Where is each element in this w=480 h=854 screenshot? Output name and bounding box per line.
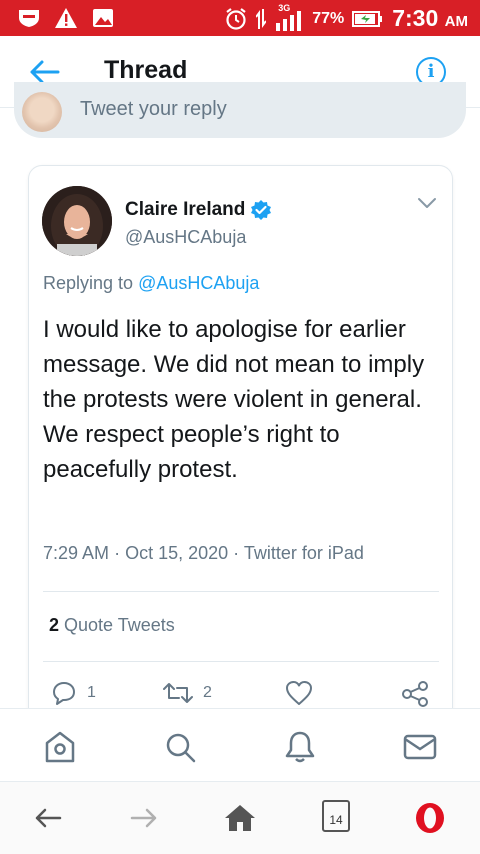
tab-count: 14 [329,813,343,827]
status-bar-left [18,7,114,29]
divider [43,591,439,592]
home-icon[interactable] [42,729,78,765]
meta-separator: · [233,543,244,563]
share-icon [402,681,428,707]
author-name[interactable]: Claire Ireland [125,199,245,221]
replying-mention-link[interactable]: @AusHCAbuja [138,273,259,293]
browser-home-icon[interactable] [222,800,258,836]
status-bar-right: 3G 77% 7:30 AM [224,3,468,32]
reply-icon [53,682,75,705]
tweet-date: Oct 15, 2020 [125,543,229,563]
heart-icon [286,681,312,705]
author-name-row[interactable]: Claire Ireland [125,199,272,221]
meta-separator: · [114,543,126,563]
tweet-card: Claire Ireland @AusHCAbuja Replying to @… [28,165,453,725]
like-button[interactable] [285,680,313,706]
reply-count: 1 [87,684,96,701]
browser-back-icon[interactable] [30,800,66,836]
gallery-icon [93,9,113,27]
clock-ampm: AM [444,13,468,30]
retweet-icon [163,683,193,703]
author-photo [42,186,112,256]
tweet-meta: 7:29 AM · Oct 15, 2020 · Twitter for iPa… [43,543,364,564]
warning-icon [55,8,77,28]
tweet-time: 7:29 AM [43,543,110,563]
replying-to: Replying to @AusHCAbuja [43,273,259,294]
share-button[interactable] [401,680,429,708]
author-avatar[interactable] [42,186,112,256]
data-transfer-icon [256,8,267,29]
reply-composer[interactable]: Tweet your reply [14,82,466,138]
status-bar: 3G 77% 7:30 AM [0,0,480,36]
replying-prefix: Replying to [43,273,134,293]
page-title: Thread [104,56,188,84]
author-handle[interactable]: @AusHCAbuja [125,227,246,248]
verified-badge-icon [251,200,272,220]
clock-time: 7:30 [392,5,439,31]
clock: 7:30 AM [392,5,468,32]
divider [43,661,439,662]
retweet-count: 2 [203,684,212,701]
tweet-source[interactable]: Twitter for iPad [244,543,364,563]
search-icon[interactable] [162,729,198,765]
alarm-icon [226,7,246,30]
reply-button[interactable]: 1 [51,680,96,706]
user-avatar [22,92,62,132]
quote-count: 2 [49,615,60,635]
tabs-button[interactable]: 14 [322,800,350,832]
quote-tweets-link[interactable]: 2 Quote Tweets [49,615,175,636]
browser-toolbar [0,782,480,854]
quote-label: Quote Tweets [64,615,175,635]
reply-placeholder: Tweet your reply [80,98,227,120]
bottom-nav [0,708,480,782]
opera-menu-icon[interactable] [412,800,448,836]
notifications-icon[interactable] [282,729,318,765]
opera-notification-icon [19,10,39,27]
messages-icon[interactable] [402,729,438,765]
signal-icon [276,10,302,31]
battery-charging-icon [352,10,383,27]
battery-percent: 77% [312,9,345,27]
chevron-down-icon[interactable] [416,196,438,210]
signal-strength: 3G [274,3,304,31]
tweet-text: I would like to apologise for earlier me… [43,316,425,483]
browser-forward-icon[interactable] [126,800,162,836]
retweet-button[interactable]: 2 [163,680,212,706]
